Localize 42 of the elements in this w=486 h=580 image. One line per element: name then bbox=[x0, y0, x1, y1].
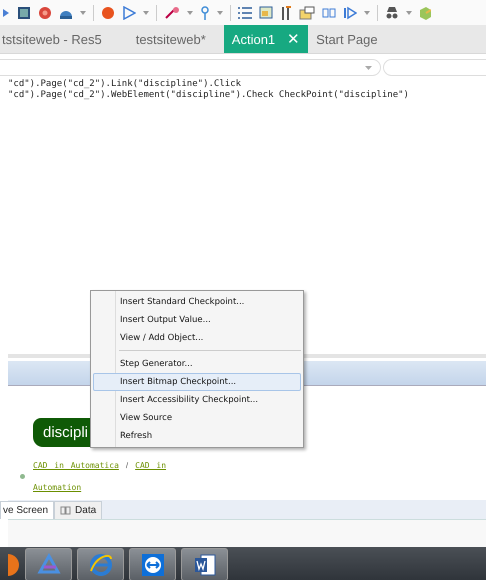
menu-item[interactable]: Insert Standard Checkpoint... bbox=[93, 293, 301, 311]
dropdown-arrow-icon[interactable] bbox=[143, 10, 149, 14]
code-line: "cd").Page("cd_2").Link("discipline").Click bbox=[8, 79, 242, 90]
editor-tab[interactable]: Start Page bbox=[316, 25, 396, 53]
menu-item[interactable]: Insert Accessibility Checkpoint... bbox=[93, 391, 301, 409]
taskbar-button[interactable] bbox=[77, 548, 124, 580]
record-icon[interactable] bbox=[101, 6, 115, 20]
taskbar-button[interactable] bbox=[129, 548, 176, 580]
menu-item[interactable]: View / Add Object... bbox=[93, 329, 301, 347]
run-icon[interactable] bbox=[122, 6, 136, 20]
menu-item[interactable]: Step Generator... bbox=[93, 355, 301, 373]
window-icon[interactable] bbox=[259, 6, 273, 20]
document-w-icon[interactable] bbox=[192, 552, 216, 576]
play-icon[interactable] bbox=[2, 8, 10, 18]
taskbar-button[interactable] bbox=[181, 548, 228, 580]
browser-e-icon[interactable] bbox=[88, 552, 112, 576]
breadcrumb-separator: / bbox=[126, 461, 128, 470]
step-icon[interactable] bbox=[343, 6, 357, 20]
dropdown-arrow-icon[interactable] bbox=[217, 10, 223, 14]
breadcrumb-link[interactable]: CAD in bbox=[135, 461, 166, 470]
menu-item[interactable]: Insert Output Value... bbox=[93, 311, 301, 329]
search-field[interactable] bbox=[383, 59, 486, 76]
list-icon[interactable] bbox=[238, 6, 252, 18]
dropdown-arrow-icon[interactable] bbox=[80, 10, 86, 14]
breadcrumb-link[interactable]: CAD in Automatica bbox=[33, 461, 119, 470]
dropdown-arrow-icon[interactable] bbox=[406, 10, 412, 14]
editor-tab[interactable]: tstsiteweb - Res5 bbox=[2, 25, 136, 53]
book-icon[interactable] bbox=[60, 506, 72, 515]
pane-tab[interactable]: Data bbox=[54, 501, 102, 519]
pin-icon[interactable] bbox=[200, 6, 210, 20]
editor-tab[interactable]: testsiteweb* bbox=[136, 25, 224, 53]
pane-tab[interactable]: ve Screen bbox=[0, 501, 54, 519]
wand-icon[interactable] bbox=[164, 6, 180, 20]
code-line: "cd").Page("cd_2").WebElement("discipline").Check CheckPoint("discipline") bbox=[8, 90, 410, 101]
menu-item[interactable]: Insert Bitmap Checkpoint... bbox=[93, 373, 301, 391]
caret-icon bbox=[365, 66, 372, 70]
bullet-icon bbox=[20, 474, 25, 479]
breadcrumb-link[interactable]: Automation bbox=[33, 483, 82, 492]
dropdown-field[interactable] bbox=[0, 59, 381, 76]
book-icon[interactable] bbox=[322, 6, 336, 18]
dropdown-arrow-icon[interactable] bbox=[187, 10, 193, 14]
dropdown-arrow-icon[interactable] bbox=[364, 10, 370, 14]
